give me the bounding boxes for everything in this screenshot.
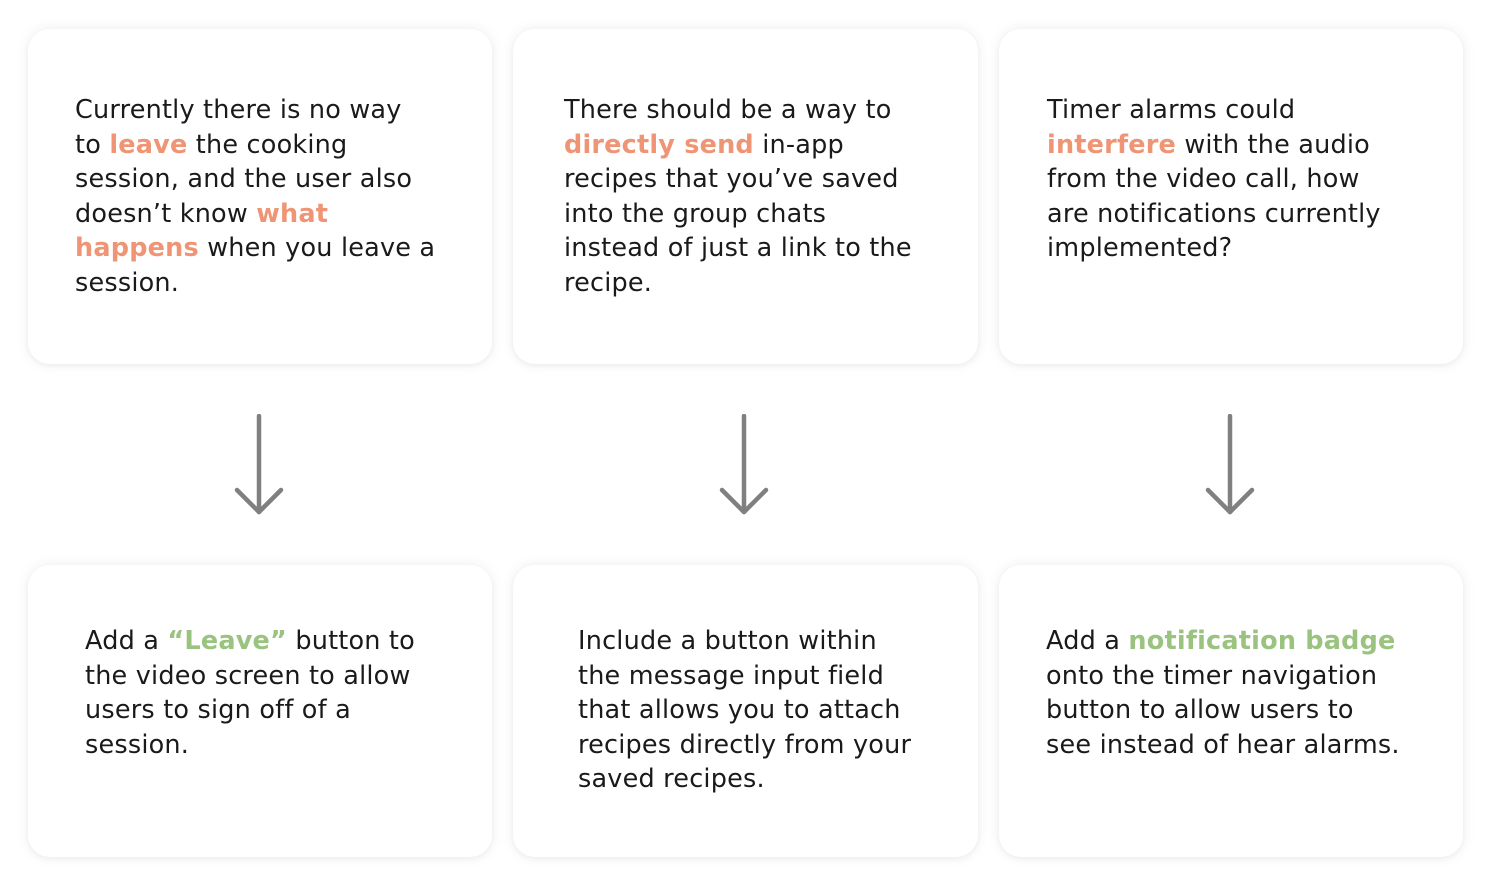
solution-highlight: “Leave” — [167, 626, 288, 656]
text-run: recipes directly from your — [578, 729, 912, 760]
solution-line: Add a “Leave” button to — [85, 624, 485, 659]
text-run: session, and the user also — [75, 164, 413, 195]
text-run: into the group chats — [564, 198, 827, 229]
problem-text-1: Currently there is no way to leave the co… — [75, 93, 480, 301]
text-run: recipe. — [564, 267, 653, 298]
text-run: the cooking — [187, 129, 348, 160]
problem-line: There should be a way to — [564, 93, 969, 128]
solution-text-2: Include a button within the message input… — [578, 624, 973, 797]
text-run: implemented? — [1047, 233, 1233, 264]
problem-text-2: There should be a way to directly send in… — [564, 93, 969, 301]
solution-line: saved recipes. — [578, 762, 973, 797]
issue-highlight: interfere — [1047, 129, 1177, 160]
solution-line: button to allow users to — [1046, 693, 1451, 728]
solution-card-1: Add a “Leave” button to the video screen … — [28, 565, 492, 857]
solution-text-1: Add a “Leave” button to the video screen … — [85, 624, 485, 762]
problem-line: instead of just a link to the — [564, 231, 969, 266]
problem-line: recipes that you’ve saved — [564, 162, 969, 197]
problem-card-3: Timer alarms could interfere with the aud… — [999, 29, 1463, 364]
problem-line: into the group chats — [564, 197, 969, 232]
problem-line: Timer alarms could — [1047, 93, 1452, 128]
down-arrow-icon — [1205, 414, 1255, 515]
solution-line: session. — [85, 728, 485, 763]
solution-text-3: Add a notification badge onto the timer n… — [1046, 624, 1451, 762]
solution-line: the message input field — [578, 659, 973, 694]
text-run: Currently there is no way — [75, 95, 402, 125]
text-run: that allows you to attach — [578, 695, 901, 726]
text-run: the message input field — [578, 660, 884, 691]
solution-line: Include a button within — [578, 624, 973, 659]
text-run: instead of just a link to the — [564, 233, 912, 264]
text-run: Timer alarms could — [1047, 95, 1296, 125]
problem-line: from the video call, how — [1047, 162, 1452, 197]
issue-highlight: directly send — [564, 129, 754, 160]
problem-line: session, and the user also — [75, 162, 480, 197]
problem-line: happens when you leave a — [75, 231, 480, 266]
solution-line: Add a notification badge — [1046, 624, 1451, 659]
solution-line: see instead of hear alarms. — [1046, 728, 1451, 763]
problem-line: to leave the cooking — [75, 128, 480, 163]
down-arrow-icon — [719, 414, 769, 515]
text-run: Add a — [85, 626, 168, 656]
issue-highlight: happens — [75, 233, 199, 264]
text-run: from the video call, how — [1047, 164, 1360, 195]
problem-line: Currently there is no way — [75, 93, 480, 128]
text-run: see instead of hear alarms. — [1046, 729, 1400, 760]
problem-card-1: Currently there is no way to leave the co… — [28, 29, 492, 364]
solution-line: the video screen to allow — [85, 659, 485, 694]
text-run: users to sign off of a — [85, 695, 351, 726]
text-run: Include a button within — [578, 626, 877, 656]
solution-line: users to sign off of a — [85, 693, 485, 728]
text-run: in-app — [753, 129, 844, 160]
problem-line: recipe. — [564, 266, 969, 301]
issue-highlight: leave — [109, 129, 188, 160]
problem-line: directly send in-app — [564, 128, 969, 163]
problem-line: doesn’t know what — [75, 197, 480, 232]
text-run: with the audio — [1176, 129, 1370, 160]
solution-card-2: Include a button within the message input… — [513, 565, 978, 857]
problem-card-2: There should be a way to directly send in… — [513, 29, 978, 364]
text-run: button to — [287, 626, 415, 656]
text-run: button to allow users to — [1046, 695, 1354, 726]
solution-highlight: notification badge — [1128, 626, 1396, 656]
text-run: session. — [85, 729, 190, 760]
text-run: onto the timer navigation — [1046, 660, 1378, 691]
solution-line: recipes directly from your — [578, 728, 973, 763]
solution-line: that allows you to attach — [578, 693, 973, 728]
problem-text-3: Timer alarms could interfere with the aud… — [1047, 93, 1452, 266]
text-run: session. — [75, 267, 180, 298]
text-run: are notifications currently — [1047, 198, 1381, 229]
problem-line: are notifications currently — [1047, 197, 1452, 232]
problem-line: session. — [75, 266, 480, 301]
text-run: Add a — [1046, 626, 1129, 656]
text-run: saved recipes. — [578, 764, 765, 795]
down-arrow-icon — [234, 414, 284, 515]
text-run: when you leave a — [198, 233, 436, 264]
issue-highlight: what — [256, 198, 329, 229]
problem-line: interfere with the audio — [1047, 128, 1452, 163]
text-run: There should be a way to — [564, 95, 892, 125]
problem-line: implemented? — [1047, 231, 1452, 266]
text-run: to — [75, 129, 110, 160]
solution-line: onto the timer navigation — [1046, 659, 1451, 694]
text-run: doesn’t know — [75, 198, 257, 229]
text-run: the video screen to allow — [85, 660, 411, 691]
solution-card-3: Add a notification badge onto the timer n… — [999, 565, 1463, 857]
text-run: recipes that you’ve saved — [564, 164, 899, 195]
